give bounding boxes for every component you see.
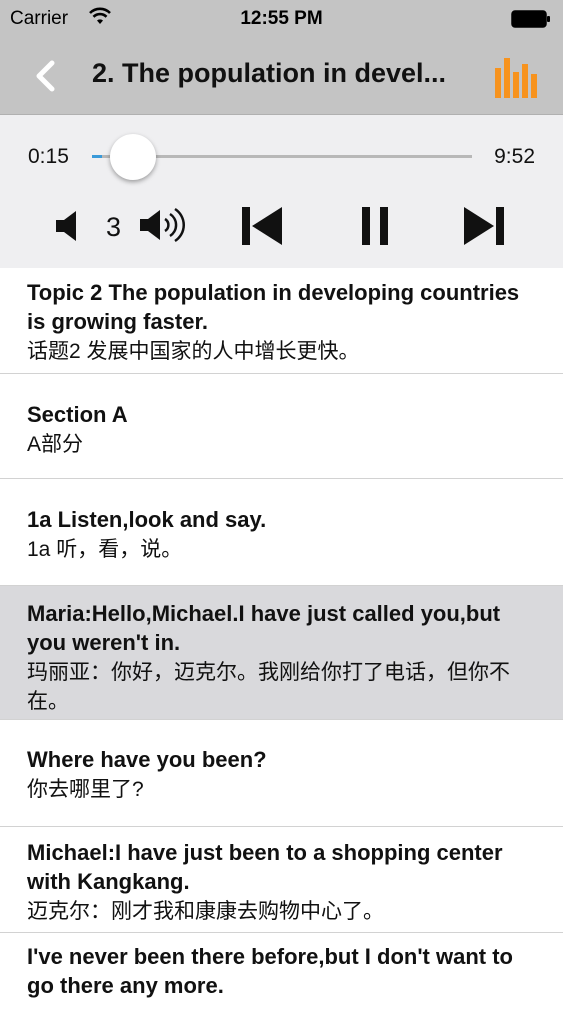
page-title: 2. The population in devel...	[92, 58, 447, 88]
line-english: I've never been there before,but I don't…	[27, 944, 513, 998]
audio-player: 0:15 9:52 3	[0, 115, 563, 268]
volume-level: 3	[106, 212, 122, 242]
transcript-row-6[interactable]: I've never been there before,but I don't…	[0, 933, 563, 1033]
line-english: Maria:Hello,Michael.I have just called y…	[27, 601, 501, 655]
line-english: Section A	[27, 402, 128, 427]
line-english: Michael:I have just been to a shopping c…	[27, 840, 503, 894]
next-track-icon[interactable]	[462, 205, 506, 247]
equalizer-bars-icon[interactable]	[494, 56, 538, 98]
volume-down-icon[interactable]	[54, 209, 84, 243]
line-chinese: 迈克尔：刚才我和康康去购物中心了。	[27, 900, 384, 923]
line-english: Where have you been?	[27, 747, 267, 772]
previous-track-icon[interactable]	[240, 205, 284, 247]
transcript-row-0[interactable]: Topic 2 The population in developing cou…	[0, 268, 563, 374]
volume-up-icon[interactable]	[138, 205, 190, 245]
transcript-row-3[interactable]: Maria:Hello,Michael.I have just called y…	[0, 586, 563, 720]
duration-time: 9:52	[494, 145, 535, 168]
back-chevron-icon[interactable]	[30, 58, 60, 94]
transcript-list: Topic 2 The population in developing cou…	[0, 268, 563, 1033]
battery-icon	[511, 10, 550, 28]
pause-icon[interactable]	[360, 205, 390, 247]
status-time: 12:55 PM	[240, 8, 323, 29]
transcript-row-4[interactable]: Where have you been? 你去哪里了?	[0, 720, 563, 827]
line-chinese: A部分	[27, 433, 84, 456]
line-chinese: 话题2 发展中国家的人中增长更快。	[27, 340, 360, 363]
navigation-bar: 2. The population in devel...	[0, 38, 563, 115]
progress-thumb[interactable]	[109, 134, 156, 180]
line-english: Topic 2 The population in developing cou…	[27, 280, 520, 334]
status-bar: Carrier 12:55 PM	[0, 0, 563, 38]
transcript-row-2[interactable]: 1a Listen,look and say. 1a 听，看，说。	[0, 479, 563, 586]
transcript-row-1[interactable]: Section A A部分	[0, 374, 563, 479]
line-english: 1a Listen,look and say.	[27, 507, 267, 532]
current-time: 0:15	[28, 145, 69, 168]
line-chinese: 1a 听，看，说。	[27, 538, 183, 561]
line-chinese: 玛丽亚：你好，迈克尔。我刚给你打了电话，但你不在。	[27, 661, 510, 713]
progress-fill	[92, 155, 102, 158]
line-chinese: 你去哪里了?	[27, 778, 144, 801]
transcript-row-5[interactable]: Michael:I have just been to a shopping c…	[0, 827, 563, 933]
